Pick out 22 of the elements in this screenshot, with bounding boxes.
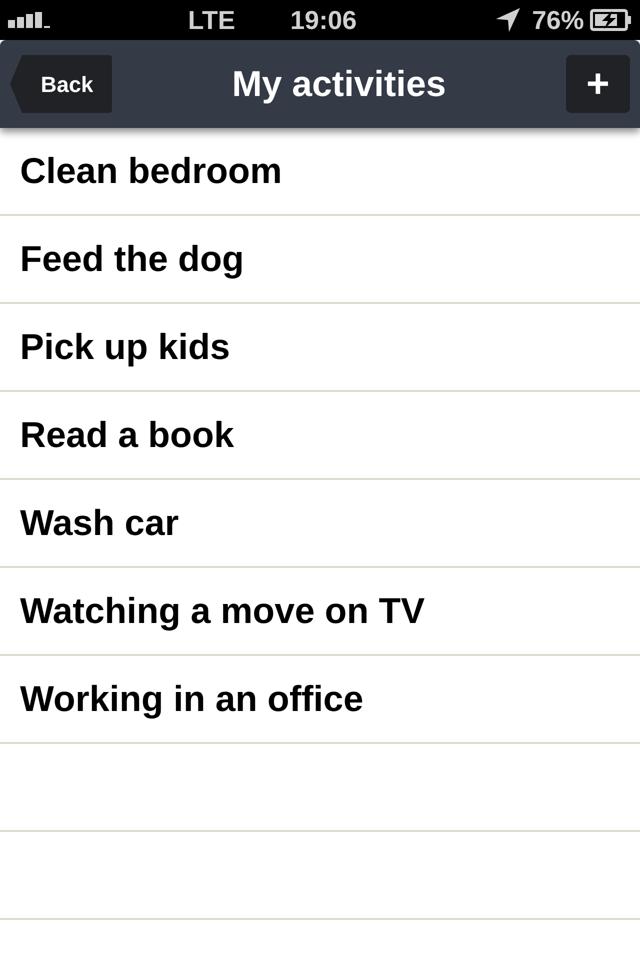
clock: 19:06	[290, 4, 357, 36]
activity-label: Pick up kids	[20, 325, 230, 369]
activity-label: Feed the dog	[20, 237, 244, 281]
activity-row[interactable]: Working in an office	[0, 656, 640, 744]
activity-row[interactable]: Read a book	[0, 392, 640, 480]
activity-row[interactable]: Watching a move on TV	[0, 568, 640, 656]
activity-label: Clean bedroom	[20, 149, 282, 193]
activity-row[interactable]: Clean bedroom	[0, 128, 640, 216]
add-button[interactable]: +	[566, 55, 630, 113]
activity-row[interactable]: Wash car	[0, 480, 640, 568]
battery-percent: 76%	[532, 4, 584, 36]
activity-label: Read a book	[20, 413, 234, 457]
activity-label: Wash car	[20, 501, 179, 545]
screen-title: My activities	[232, 62, 446, 106]
activity-label: Watching a move on TV	[20, 589, 425, 633]
back-button[interactable]: Back	[10, 55, 112, 113]
network-type: LTE	[188, 4, 236, 36]
battery-charging-icon	[590, 9, 632, 31]
activity-label: Working in an office	[20, 677, 364, 721]
activity-row[interactable]: Pick up kids	[0, 304, 640, 392]
activity-row[interactable]: Feed the dog	[0, 216, 640, 304]
location-icon	[496, 8, 520, 32]
